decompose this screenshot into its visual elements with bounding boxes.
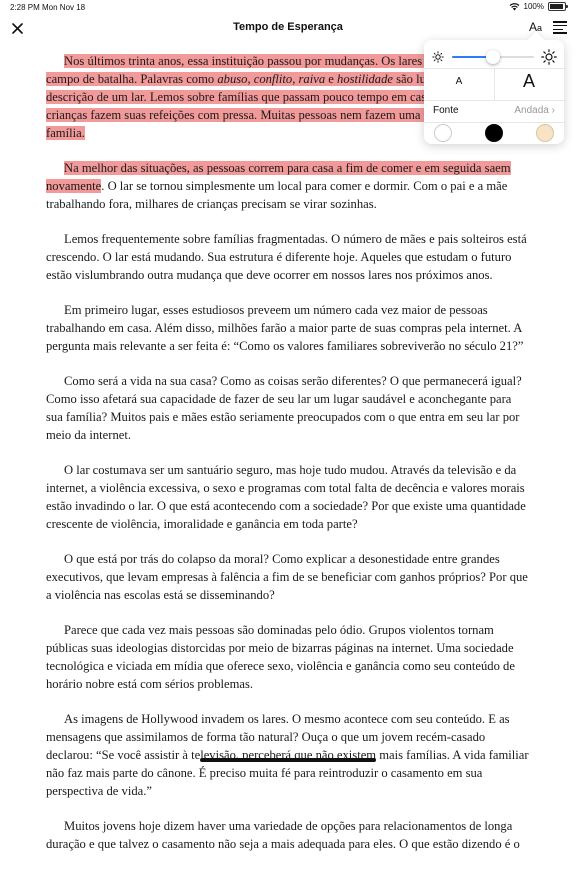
battery-percent: 100% (523, 2, 544, 11)
brightness-row (424, 46, 564, 68)
paragraph[interactable]: Muitos jovens hoje dizem haver uma varie… (46, 817, 530, 853)
paragraph[interactable]: O que está por trás do colapso da moral?… (46, 550, 530, 604)
theme-white-swatch[interactable] (434, 124, 452, 142)
table-of-contents-button[interactable] (553, 21, 567, 34)
brightness-low-icon (432, 51, 444, 63)
list-icon (553, 21, 567, 23)
paragraph[interactable]: Em primeiro lugar, esses estudiosos prev… (46, 301, 530, 355)
reader-toolbar: Tempo de Esperança Aa (0, 14, 576, 42)
status-right: 100% (509, 2, 568, 11)
brightness-high-icon (541, 49, 557, 65)
paragraph[interactable]: O lar costumava ser um santuário seguro,… (46, 461, 530, 533)
brightness-slider-thumb[interactable] (486, 50, 500, 64)
book-content: Nos últimos trinta anos, essa instituiçã… (46, 52, 530, 870)
display-settings-popover: A A Fonte Andada › (424, 40, 564, 144)
font-value: Andada › (514, 105, 555, 116)
theme-sepia-swatch[interactable] (536, 124, 554, 142)
wifi-icon (509, 2, 519, 10)
paragraph-2[interactable]: Na melhor das situações, as pessoas corr… (46, 159, 530, 213)
brightness-slider[interactable] (452, 50, 534, 64)
battery-icon (548, 2, 568, 11)
status-time: 2:28 PM (10, 3, 40, 12)
theme-black-swatch[interactable] (485, 124, 503, 142)
paragraph[interactable]: Como será a vida na sua casa? Como as co… (46, 372, 530, 444)
font-label: Fonte (433, 105, 459, 116)
book-title: Tempo de Esperança (233, 21, 343, 33)
paragraph[interactable]: As imagens de Hollywood invadem os lares… (46, 710, 530, 800)
status-bar: 2:28 PM Mon Nov 18 100% (0, 0, 576, 14)
increase-font-size-button[interactable]: A (494, 71, 564, 92)
chevron-right-icon: › (551, 105, 555, 116)
paragraph[interactable]: Lemos frequentemente sobre famílias frag… (46, 230, 530, 284)
font-picker-row[interactable]: Fonte Andada › (424, 100, 564, 122)
font-size-row: A A (424, 68, 564, 100)
theme-row (424, 122, 564, 144)
decrease-font-size-button[interactable]: A (424, 76, 494, 87)
status-date: Mon Nov 18 (42, 3, 86, 12)
paragraph[interactable]: Parece que cada vez mais pessoas são dom… (46, 621, 530, 693)
home-indicator (200, 758, 376, 762)
